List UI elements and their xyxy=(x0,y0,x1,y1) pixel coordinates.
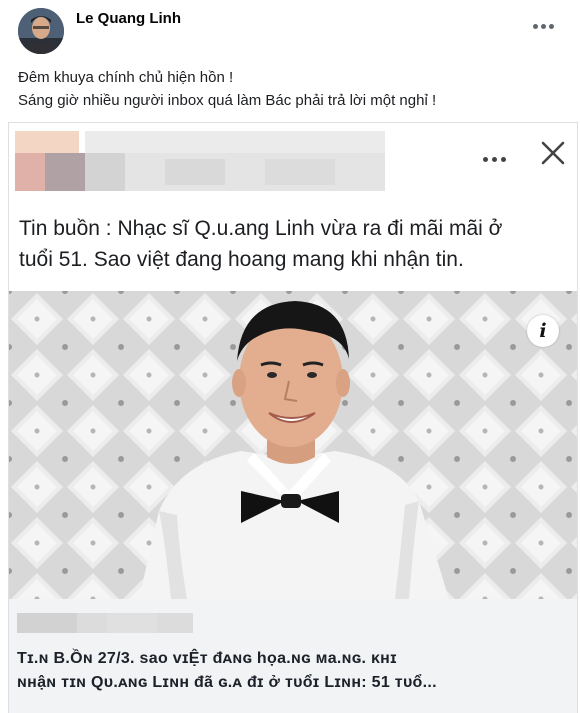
shared-post-card[interactable]: Tin buồn : Nhạc sĩ Q.u.ang Linh vừa ra đ… xyxy=(8,122,578,713)
author-avatar[interactable] xyxy=(18,8,64,54)
info-icon[interactable]: i xyxy=(527,315,559,347)
post-header: Le Quang Linh xyxy=(0,0,580,60)
caption-line-1: Đêm khuya chính chủ hiện hồn ! xyxy=(18,69,234,86)
blurred-sharer-name xyxy=(15,131,387,195)
avatar-image xyxy=(18,8,64,54)
shared-photo[interactable] xyxy=(9,291,577,599)
shared-more-options-icon[interactable] xyxy=(483,149,513,162)
link-preview[interactable]: Tɪ.ɴ B.Ồɴ 27/3. sao ᴠɪỆᴛ đᴀɴɢ họa.ɴɢ ᴍa.… xyxy=(9,599,577,713)
shared-headline: Tin buồn : Nhạc sĩ Q.u.ang Linh vừa ra đ… xyxy=(19,213,559,275)
portrait-image xyxy=(9,291,577,599)
link-title[interactable]: Tɪ.ɴ B.Ồɴ 27/3. sao ᴠɪỆᴛ đᴀɴɢ họa.ɴɢ ᴍa.… xyxy=(17,647,569,695)
headline-line-1: Tin buồn : Nhạc sĩ Q.u.ang Linh vừa ra đ… xyxy=(19,217,503,240)
link-title-line-1: Tɪ.ɴ B.Ồɴ 27/3. sao ᴠɪỆᴛ đᴀɴɢ họa.ɴɢ ᴍa.… xyxy=(17,650,397,667)
author-name[interactable]: Le Quang Linh xyxy=(76,10,181,27)
post-more-options-icon[interactable] xyxy=(533,16,557,30)
link-title-line-2: ɴʜậɴ ᴛɪɴ Qᴜ.ᴀɴɢ Lɪɴʜ đã ɢ.ᴀ đɪ ở ᴛᴜổɪ Lɪ… xyxy=(17,674,437,691)
blurred-site-name xyxy=(17,613,193,633)
headline-line-2: tuổi 51. Sao việt đang hoang mang khi nh… xyxy=(19,248,464,271)
caption-line-2: Sáng giờ nhiều người inbox quá làm Bác p… xyxy=(18,92,437,109)
close-icon[interactable] xyxy=(539,139,567,167)
post-caption: Đêm khuya chính chủ hiện hồn ! Sáng giờ … xyxy=(18,66,568,112)
